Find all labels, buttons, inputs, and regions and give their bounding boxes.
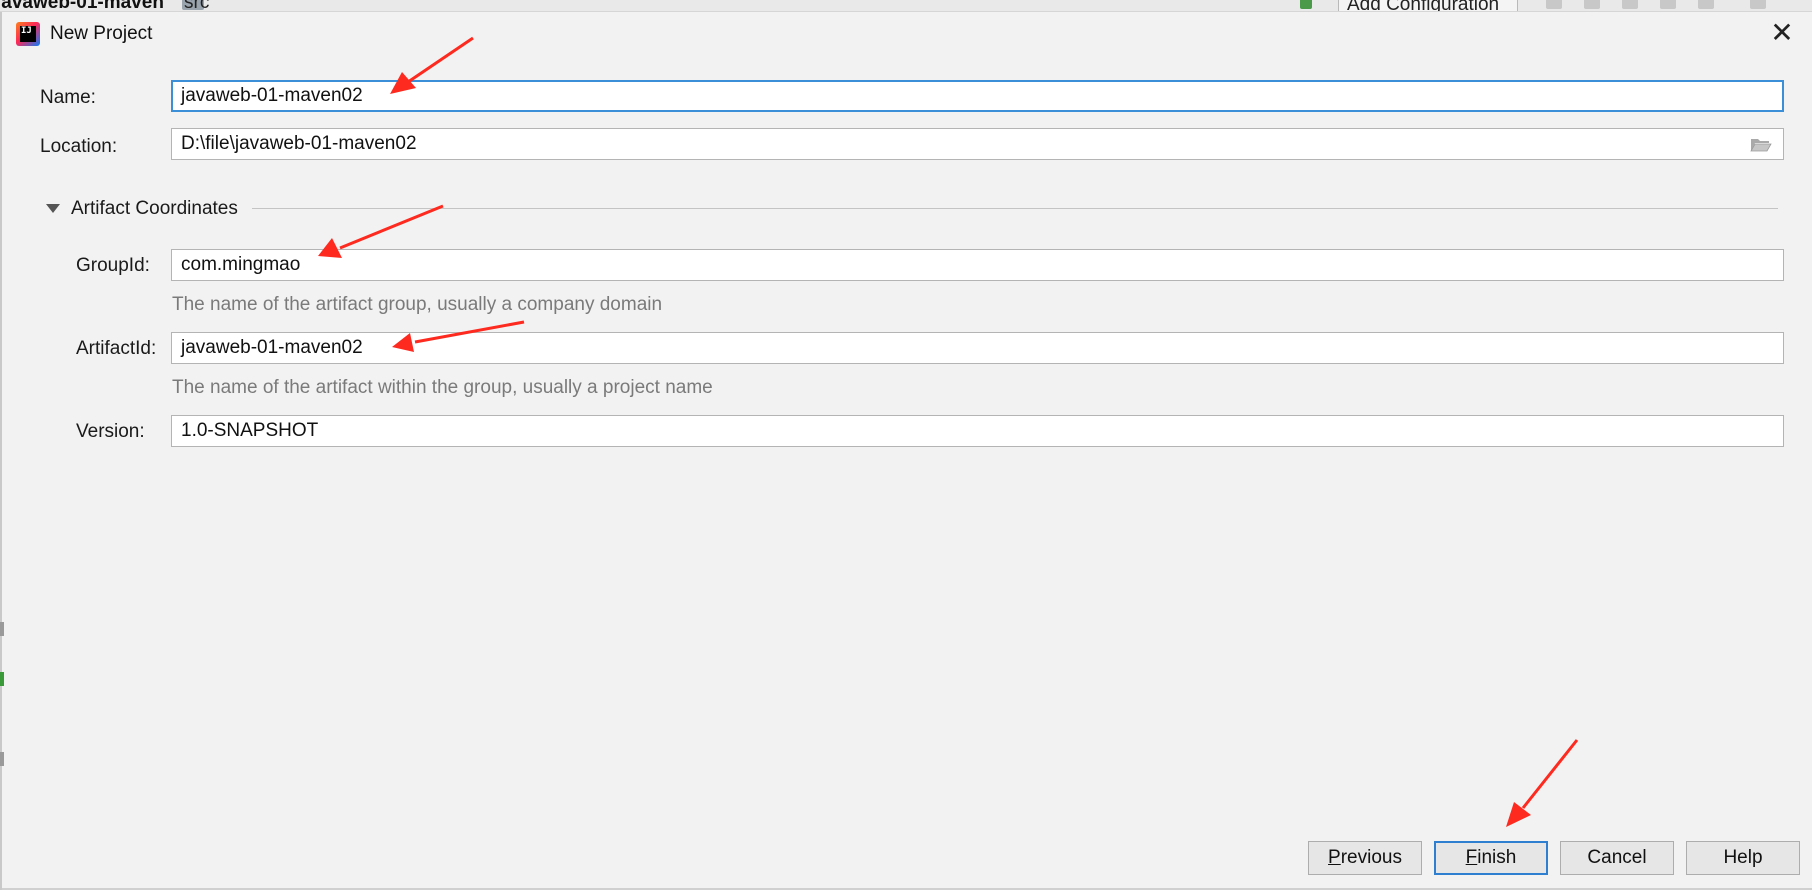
location-label: Location: (40, 136, 118, 157)
build-hammer-icon (1300, 0, 1312, 9)
artifact-id-field[interactable]: javaweb-01-maven02 (171, 332, 1784, 364)
artifact-coordinates-title: Artifact Coordinates (71, 198, 238, 219)
ide-project-breadcrumb: javaweb-01-maven (0, 0, 164, 12)
background-marker (0, 672, 4, 686)
section-divider (252, 208, 1778, 209)
folder-open-icon[interactable] (1750, 136, 1772, 152)
coverage-icon (1622, 0, 1638, 9)
add-configuration-button: Add Configuration (1338, 0, 1518, 11)
previous-button[interactable]: Previous (1308, 841, 1422, 875)
project-structure-icon (1750, 0, 1766, 9)
new-project-dialog: IJ New Project ✕ Name: javaweb-01-maven0… (0, 12, 1812, 890)
ide-src-breadcrumb: src (184, 0, 210, 12)
artifact-id-hint: The name of the artifact within the grou… (172, 377, 713, 398)
close-button[interactable]: ✕ (1764, 18, 1800, 50)
stop-icon (1698, 0, 1714, 9)
finish-label: inish (1477, 847, 1517, 868)
finish-button[interactable]: Finish (1434, 841, 1548, 875)
run-icon (1546, 0, 1562, 9)
intellij-idea-icon: IJ (16, 22, 40, 46)
dialog-title-bar: IJ New Project ✕ (2, 12, 1812, 56)
previous-label: revious (1340, 847, 1402, 868)
help-button[interactable]: Help (1686, 841, 1800, 875)
finish-mnemonic: F (1465, 847, 1478, 868)
cancel-button[interactable]: Cancel (1560, 841, 1674, 875)
artifact-id-label: ArtifactId: (76, 338, 157, 359)
background-marker (0, 622, 4, 636)
dialog-title: New Project (50, 23, 153, 44)
previous-mnemonic: P (1328, 847, 1341, 868)
background-marker (0, 752, 4, 766)
debug-icon (1584, 0, 1600, 9)
name-field[interactable]: javaweb-01-maven02 (171, 80, 1784, 112)
group-id-label: GroupId: (76, 255, 150, 276)
triangle-down-icon[interactable] (46, 204, 60, 213)
group-id-field[interactable]: com.mingmao (171, 249, 1784, 281)
name-label: Name: (40, 87, 96, 108)
version-field[interactable]: 1.0-SNAPSHOT (171, 415, 1784, 447)
version-label: Version: (76, 421, 145, 442)
profile-icon (1660, 0, 1676, 9)
location-field[interactable]: D:\file\javaweb-01-maven02 (171, 128, 1784, 160)
ide-toolbar-background: javaweb-01-maven src Add Configuration (0, 0, 1812, 12)
group-id-hint: The name of the artifact group, usually … (172, 294, 663, 315)
